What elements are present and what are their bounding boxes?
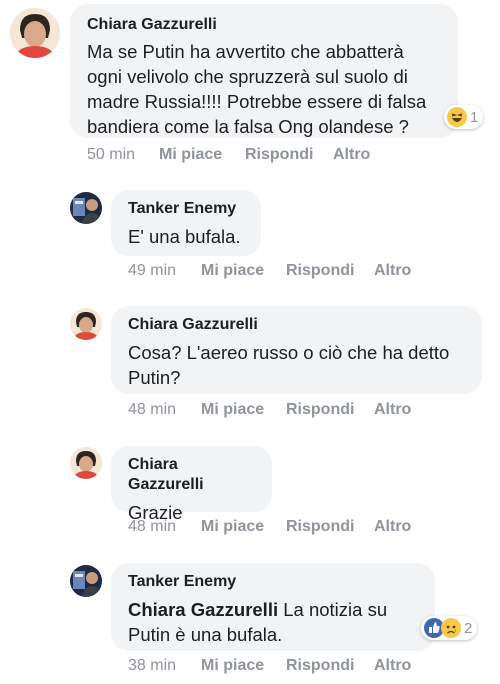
avatar[interactable]	[70, 192, 102, 224]
reply-button[interactable]: Rispondi	[286, 401, 354, 419]
reply-button[interactable]: Rispondi	[286, 262, 354, 280]
comment-text-line: Putin?	[128, 367, 181, 388]
haha-icon	[447, 107, 467, 127]
like-button[interactable]: Mi piace	[201, 518, 264, 536]
profile-photo-icon	[70, 308, 102, 340]
reaction-count: 1	[470, 108, 479, 126]
reply-button[interactable]: Rispondi	[245, 146, 313, 164]
like-button[interactable]: Mi piace	[201, 401, 264, 419]
more-button[interactable]: Altro	[374, 657, 411, 675]
avatar[interactable]	[70, 565, 102, 597]
more-button[interactable]: Altro	[374, 518, 411, 536]
comment-bubble: Chiara Gazzurelli Cosa? L'aereo russo o …	[111, 306, 482, 394]
profile-photo-icon	[70, 192, 102, 224]
profile-photo-icon	[10, 8, 60, 58]
comment-timestamp[interactable]: 50 min	[87, 146, 135, 164]
comment-timestamp[interactable]: 48 min	[128, 518, 176, 536]
reply-button[interactable]: Rispondi	[286, 657, 354, 675]
more-button[interactable]: Altro	[374, 262, 411, 280]
comment-author[interactable]: Tanker Enemy	[128, 199, 244, 219]
comment-author[interactable]: Chiara Gazzurelli	[87, 15, 441, 35]
comment-bubble: Chiara Gazzurelli Grazie	[111, 446, 272, 523]
comment-timestamp[interactable]: 48 min	[128, 401, 176, 419]
comment-bubble: Chiara Gazzurelli Ma se Putin ha avverti…	[70, 4, 458, 138]
like-button[interactable]: Mi piace	[201, 657, 264, 675]
user-mention-link[interactable]: Chiara Gazzurelli	[128, 599, 278, 620]
avatar[interactable]	[70, 308, 102, 340]
sad-icon	[441, 618, 461, 638]
like-button[interactable]: Mi piace	[201, 262, 264, 280]
reply-button[interactable]: Rispondi	[286, 518, 354, 536]
avatar[interactable]	[70, 447, 102, 479]
like-button[interactable]: Mi piace	[159, 146, 222, 164]
comment-text-fragment: La notizia su	[283, 599, 388, 620]
comment-text-line: Cosa? L'aereo russo o ciò che ha detto	[128, 342, 450, 363]
comment-text-line: madre Russia!!!! Potrebbe essere di fals…	[87, 91, 427, 112]
avatar[interactable]	[10, 8, 60, 58]
comment-text-line: ogni velivolo che spruzzerà sul suolo di	[87, 66, 408, 87]
more-button[interactable]: Altro	[333, 146, 370, 164]
comment-bubble: Tanker Enemy E' una bufala.	[111, 190, 261, 256]
comment-text-line: Chiara Gazzurelli La notizia su	[128, 597, 418, 622]
comment-timestamp[interactable]: 49 min	[128, 262, 176, 280]
comment-text-line: bandiera come la falsa Ong olandese ?	[87, 116, 409, 137]
comment-text-line: E' una bufala.	[128, 226, 241, 247]
profile-photo-icon	[70, 447, 102, 479]
reaction-summary[interactable]: 1	[444, 105, 484, 129]
comment-author[interactable]: Chiara Gazzurelli	[128, 315, 465, 335]
comment-bubble: Tanker Enemy Chiara Gazzurelli La notizi…	[111, 563, 435, 651]
comment-author[interactable]: Chiara Gazzurelli	[128, 455, 255, 495]
more-button[interactable]: Altro	[374, 401, 411, 419]
comment-timestamp[interactable]: 38 min	[128, 657, 176, 675]
reaction-summary[interactable]: 2	[421, 616, 478, 640]
comment-text-line: Ma se Putin ha avvertito che abbatterà	[87, 41, 404, 62]
comment-author[interactable]: Tanker Enemy	[128, 572, 418, 592]
profile-photo-icon	[70, 565, 102, 597]
comment-text-line: Putin è una bufala.	[128, 624, 283, 645]
reaction-count: 2	[464, 619, 473, 637]
